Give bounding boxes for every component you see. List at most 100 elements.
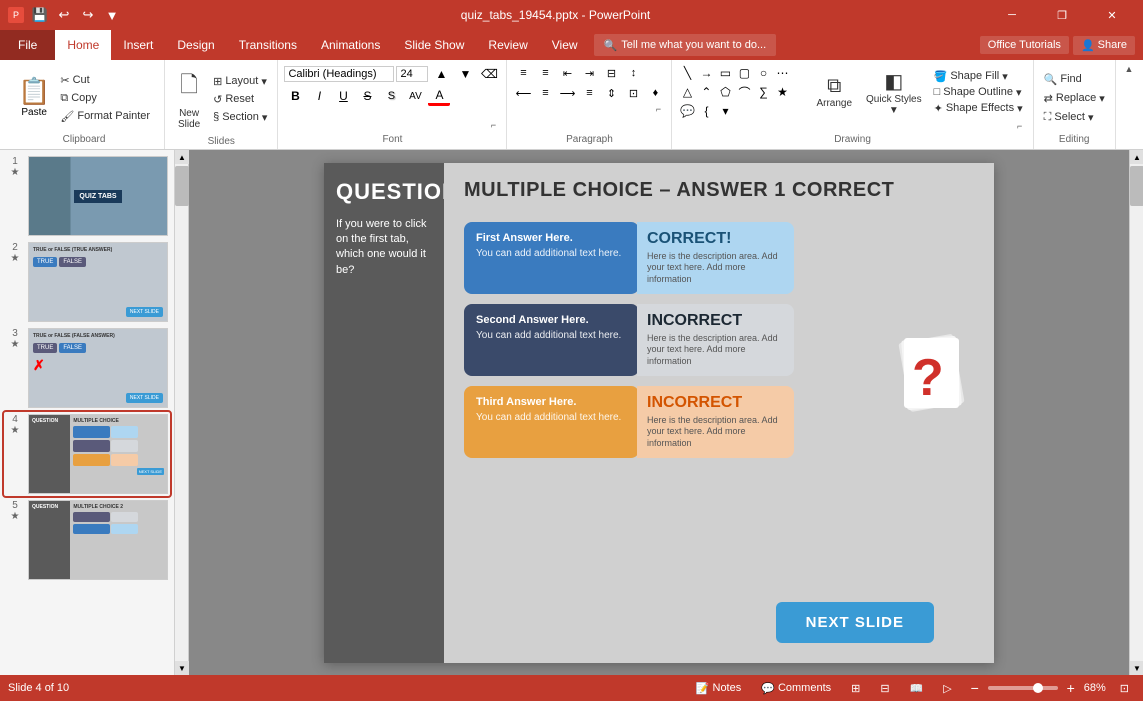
replace-button[interactable]: ⇄ Replace ▾ [1040, 90, 1109, 107]
paragraph-expand-button[interactable]: ⌐ [651, 102, 665, 116]
shadow-button[interactable]: S [380, 86, 402, 106]
decrease-font-button[interactable]: ▼ [454, 64, 476, 84]
strikethrough-button[interactable]: S [356, 86, 378, 106]
italic-button[interactable]: I [308, 86, 330, 106]
save-button[interactable]: 💾 [30, 5, 50, 25]
normal-view-button[interactable]: ⊞ [845, 680, 866, 697]
clear-format-button[interactable]: ⌫ [478, 64, 500, 84]
reading-view-button[interactable]: 📖 [904, 680, 930, 697]
zoom-in-button[interactable]: + [1062, 679, 1080, 697]
new-slide-button[interactable]: 🗋 New Slide [171, 64, 207, 134]
slide-img-5[interactable]: QUESTION MULTIPLE CHOICE 2 [28, 500, 168, 580]
scroll-bar-right[interactable]: ▲ ▼ [1129, 150, 1143, 675]
share-button[interactable]: 👤 Share [1073, 36, 1135, 55]
font-color-button[interactable]: A [428, 86, 450, 106]
quick-styles-button[interactable]: ◧ Quick Styles ▼ [860, 66, 928, 119]
equation-shape[interactable]: ∑ [754, 83, 772, 101]
triangle-shape[interactable]: △ [678, 83, 696, 101]
office-tutorials-button[interactable]: Office Tutorials [980, 36, 1069, 54]
align-center-button[interactable]: ≡ [535, 84, 555, 102]
menu-file[interactable]: File [0, 30, 55, 60]
comments-button[interactable]: 💬 Comments [755, 680, 837, 697]
restore-button[interactable]: ❐ [1039, 0, 1085, 30]
slide-thumbnail-4[interactable]: 4 ★ QUESTION MULTIPLE CHOICE [4, 412, 170, 496]
scroll-down-right-button[interactable]: ▼ [1130, 661, 1143, 675]
slide-sorter-button[interactable]: ⊟ [874, 680, 895, 697]
copy-button[interactable]: ⧉ Copy [56, 90, 154, 107]
rect-shape[interactable]: ▭ [716, 64, 734, 82]
section-button[interactable]: § Section ▾ [209, 109, 271, 126]
answer-right-3[interactable]: INCORRECT Here is the description area. … [637, 386, 794, 458]
font-expand-button[interactable]: ⌐ [486, 118, 500, 132]
scroll-bar-left[interactable]: ▲ ▼ [175, 150, 189, 675]
slide-img-2[interactable]: TRUE or FALSE (TRUE ANSWER) TRUE FALSE N… [28, 242, 168, 322]
decrease-indent-button[interactable]: ⇤ [557, 64, 577, 82]
increase-indent-button[interactable]: ⇥ [579, 64, 599, 82]
text-direction-button[interactable]: ⇕ [601, 84, 621, 102]
redo-button[interactable]: ↪ [78, 5, 98, 25]
cut-button[interactable]: ✂ Cut [56, 72, 154, 89]
menu-slideshow[interactable]: Slide Show [392, 30, 476, 60]
callout-shape[interactable]: 💬 [678, 102, 696, 120]
customize-qa-button[interactable]: ▼ [102, 5, 122, 25]
menu-view[interactable]: View [540, 30, 590, 60]
answer-right-2[interactable]: INCORRECT Here is the description area. … [637, 304, 794, 376]
brace-shape[interactable]: { [697, 102, 715, 120]
slide-panel[interactable]: 1 ★ QUIZ TABS 2 ★ TRUE or FALSE (TRUE AN… [0, 150, 175, 675]
bold-button[interactable]: B [284, 86, 306, 106]
scroll-up-right-button[interactable]: ▲ [1130, 150, 1143, 164]
menu-home[interactable]: Home [55, 30, 111, 60]
char-spacing-button[interactable]: AV [404, 86, 426, 106]
scroll-thumb-v[interactable] [175, 166, 189, 206]
slide-img-1[interactable]: QUIZ TABS [28, 156, 168, 236]
rounded-rect-shape[interactable]: ▢ [735, 64, 753, 82]
slide-thumbnail-1[interactable]: 1 ★ QUIZ TABS [4, 154, 170, 238]
slide-img-3[interactable]: TRUE or FALSE (FALSE ANSWER) TRUE FALSE … [28, 328, 168, 408]
increase-font-button[interactable]: ▲ [430, 64, 452, 84]
select-button[interactable]: ⛶ Select ▾ [1040, 109, 1109, 126]
star-shape[interactable]: ★ [773, 83, 791, 101]
pentagon-shape[interactable]: ⬠ [716, 83, 734, 101]
shape-effects-button[interactable]: ✦ Shape Effects ▾ [930, 101, 1027, 116]
answer-left-2[interactable]: Second Answer Here. You can add addition… [464, 304, 639, 376]
arrange-button[interactable]: ⧉ Arrange [810, 72, 858, 112]
align-right-button[interactable]: ⟶ [557, 84, 577, 102]
minimize-button[interactable]: ─ [989, 0, 1035, 30]
slide-thumbnail-2[interactable]: 2 ★ TRUE or FALSE (TRUE ANSWER) TRUE FAL… [4, 240, 170, 324]
slide-img-4[interactable]: QUESTION MULTIPLE CHOICE [28, 414, 168, 494]
oval-shape[interactable]: ○ [754, 64, 772, 82]
scroll-down-button[interactable]: ▼ [175, 661, 189, 675]
next-slide-button[interactable]: NEXT SLIDE [776, 602, 934, 643]
shape-outline-button[interactable]: □ Shape Outline ▾ [930, 85, 1027, 100]
connector-shape[interactable]: ⌒ [735, 83, 753, 101]
arrow-shape[interactable]: → [697, 64, 715, 82]
chevron-shape[interactable]: ⌃ [697, 83, 715, 101]
answer-left-3[interactable]: Third Answer Here. You can add additiona… [464, 386, 639, 458]
notes-button[interactable]: 📝 Notes [690, 680, 747, 697]
zoom-out-button[interactable]: − [966, 679, 984, 697]
scroll-thumb-right[interactable] [1130, 166, 1143, 206]
canvas-area[interactable]: ▲ ▼ QUESTION If you were to click on the… [175, 150, 1143, 675]
paste-button[interactable]: 📋 Paste [14, 72, 54, 125]
reset-button[interactable]: ↺ Reset [209, 91, 271, 108]
menu-insert[interactable]: Insert [111, 30, 165, 60]
align-text-button[interactable]: ⊡ [623, 84, 643, 102]
slide-thumbnail-3[interactable]: 3 ★ TRUE or FALSE (FALSE ANSWER) TRUE FA… [4, 326, 170, 410]
bullets-button[interactable]: ≡ [513, 64, 533, 82]
line-shape[interactable]: ╲ [678, 64, 696, 82]
find-button[interactable]: 🔍 Find [1040, 71, 1109, 88]
answer-left-1[interactable]: First Answer Here. You can add additiona… [464, 222, 639, 294]
smartart-button[interactable]: ♦ [645, 84, 665, 102]
slide-thumbnail-5[interactable]: 5 ★ QUESTION MULTIPLE CHOICE 2 [4, 498, 170, 582]
justify-button[interactable]: ≡ [579, 84, 599, 102]
align-left-button[interactable]: ⟵ [513, 84, 533, 102]
font-name-combo[interactable] [284, 66, 394, 82]
layout-button[interactable]: ⊞ Layout ▾ [209, 73, 271, 90]
fit-slide-button[interactable]: ⊡ [1114, 680, 1135, 697]
drawing-expand-button[interactable]: ⌐ [1013, 120, 1027, 132]
font-size-combo[interactable] [396, 66, 428, 82]
close-button[interactable]: ✕ [1089, 0, 1135, 30]
shape-fill-button[interactable]: 🪣 Shape Fill ▾ [930, 69, 1027, 84]
answer-right-1[interactable]: CORRECT! Here is the description area. A… [637, 222, 794, 294]
line-spacing-button[interactable]: ↕ [623, 64, 643, 82]
